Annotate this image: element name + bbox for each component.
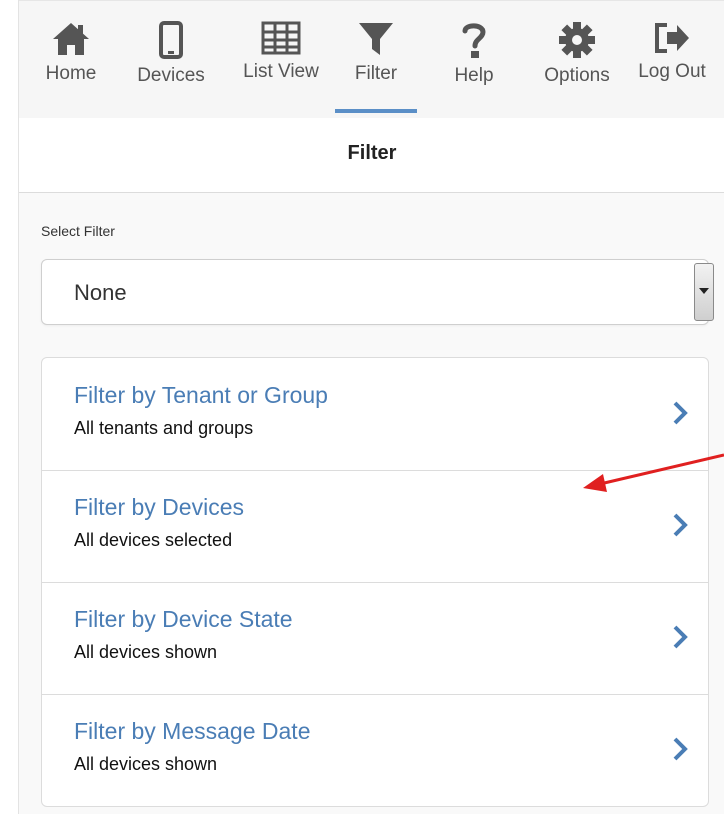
active-tab-indicator [335, 109, 417, 113]
filter-row-subtitle: All devices selected [74, 530, 233, 550]
select-filter-value: None [74, 280, 127, 305]
filter-content: Select Filter None Filter by Tenant or G… [19, 193, 724, 814]
filter-row-device-state[interactable]: Filter by Device State All devices shown [42, 582, 708, 695]
filter-icon [359, 23, 393, 55]
home-icon [53, 23, 89, 55]
logout-icon [655, 23, 689, 53]
filter-row-subtitle: All tenants and groups [74, 418, 254, 438]
nav-list-view[interactable]: List View [231, 21, 331, 113]
device-icon [159, 21, 183, 59]
nav-options[interactable]: Options [531, 21, 623, 113]
page-title: Filter [347, 142, 397, 164]
question-icon [462, 23, 486, 58]
top-nav: Home Devices List View Filter Help Optio… [19, 0, 724, 119]
chevron-right-icon [673, 625, 688, 649]
nav-devices[interactable]: Devices [123, 21, 219, 113]
select-filter-label: Select Filter [41, 223, 115, 239]
nav-home[interactable]: Home [37, 21, 105, 113]
nav-filter-label: Filter [354, 63, 398, 84]
nav-list-view-label: List View [243, 61, 319, 82]
chevron-right-icon [673, 513, 688, 537]
chevron-right-icon [673, 737, 688, 761]
filter-list: Filter by Tenant or Group All tenants an… [41, 357, 709, 807]
filter-row-message-date[interactable]: Filter by Message Date All devices shown [42, 694, 708, 806]
nav-devices-label: Devices [137, 65, 205, 86]
chevron-right-icon [673, 401, 688, 425]
title-bar: Filter [19, 118, 724, 193]
nav-logout[interactable]: Log Out [631, 21, 713, 113]
nav-logout-label: Log Out [638, 61, 706, 82]
filter-row-title: Filter by Device State [74, 606, 293, 632]
app-frame: Home Devices List View Filter Help Optio… [18, 0, 724, 814]
select-filter-dropdown[interactable]: None [41, 259, 714, 325]
filter-row-devices[interactable]: Filter by Devices All devices selected [42, 470, 708, 583]
nav-help[interactable]: Help [439, 21, 509, 113]
nav-home-label: Home [45, 63, 97, 84]
filter-row-subtitle: All devices shown [74, 642, 218, 662]
filter-row-title: Filter by Devices [74, 494, 244, 520]
filter-row-subtitle: All devices shown [74, 754, 218, 774]
filter-row-title: Filter by Tenant or Group [74, 382, 328, 408]
nav-help-label: Help [454, 65, 494, 86]
nav-options-label: Options [544, 65, 610, 86]
nav-filter[interactable]: Filter [337, 21, 415, 113]
dropdown-arrow-icon[interactable] [694, 263, 714, 321]
gear-icon [559, 22, 595, 58]
grid-icon [261, 21, 301, 55]
filter-row-tenant-group[interactable]: Filter by Tenant or Group All tenants an… [42, 358, 708, 471]
filter-row-title: Filter by Message Date [74, 718, 311, 744]
